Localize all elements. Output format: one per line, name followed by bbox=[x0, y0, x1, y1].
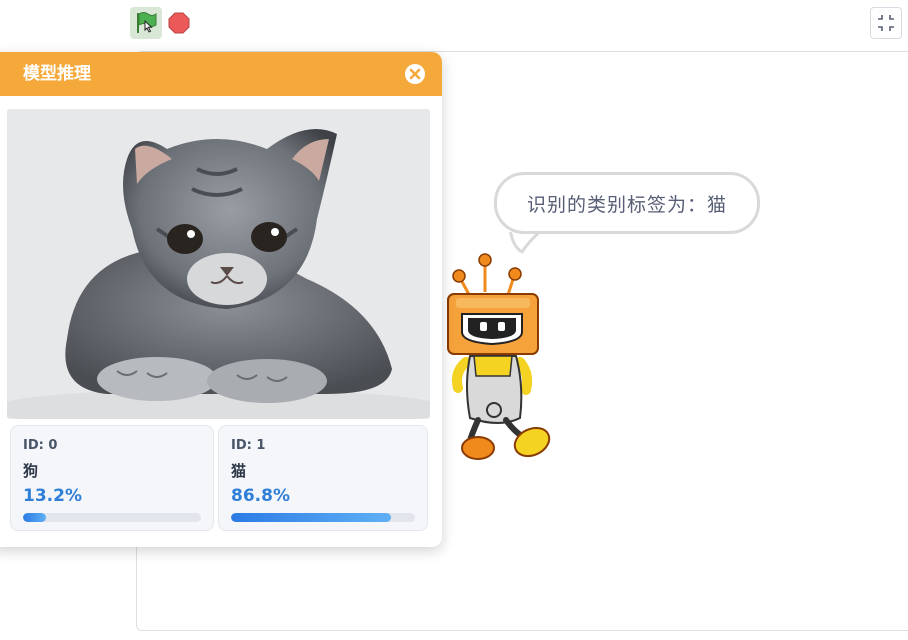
result-label: 猫 bbox=[231, 462, 247, 480]
result-card-1: ID: 1 猫 86.8% bbox=[218, 425, 428, 531]
result-label: 狗 bbox=[23, 462, 39, 480]
confidence-bar-track bbox=[231, 513, 415, 522]
result-id: ID: 1 bbox=[231, 438, 266, 453]
speech-text: 识别的类别标签为：猫 bbox=[526, 193, 727, 216]
confidence-bar-fill bbox=[231, 513, 391, 522]
robot-sprite[interactable] bbox=[440, 250, 560, 470]
confidence-bar-fill bbox=[23, 513, 47, 522]
green-flag-icon bbox=[137, 12, 157, 33]
input-image bbox=[7, 109, 430, 419]
result-percent: 13.2% bbox=[23, 486, 82, 506]
model-inference-panel: 模型推理 ID: 0 狗 13.2% ID: 1 猫 86.8% bbox=[0, 52, 442, 547]
result-card-0: ID: 0 狗 13.2% bbox=[10, 425, 214, 531]
close-icon[interactable] bbox=[404, 63, 426, 85]
result-percent: 86.8% bbox=[231, 486, 290, 506]
exit-fullscreen-icon bbox=[878, 15, 894, 31]
exit-fullscreen-button[interactable] bbox=[870, 7, 902, 39]
confidence-bar-track bbox=[23, 513, 201, 522]
green-flag-button[interactable] bbox=[130, 7, 162, 39]
speech-bubble: 识别的类别标签为：猫 bbox=[494, 172, 760, 234]
panel-header: 模型推理 bbox=[0, 52, 442, 96]
result-id: ID: 0 bbox=[23, 438, 58, 453]
stop-icon bbox=[168, 12, 190, 34]
toolbar bbox=[0, 0, 908, 46]
stop-button[interactable] bbox=[168, 12, 190, 34]
kitten-photo bbox=[7, 109, 430, 419]
panel-title: 模型推理 bbox=[23, 64, 91, 84]
